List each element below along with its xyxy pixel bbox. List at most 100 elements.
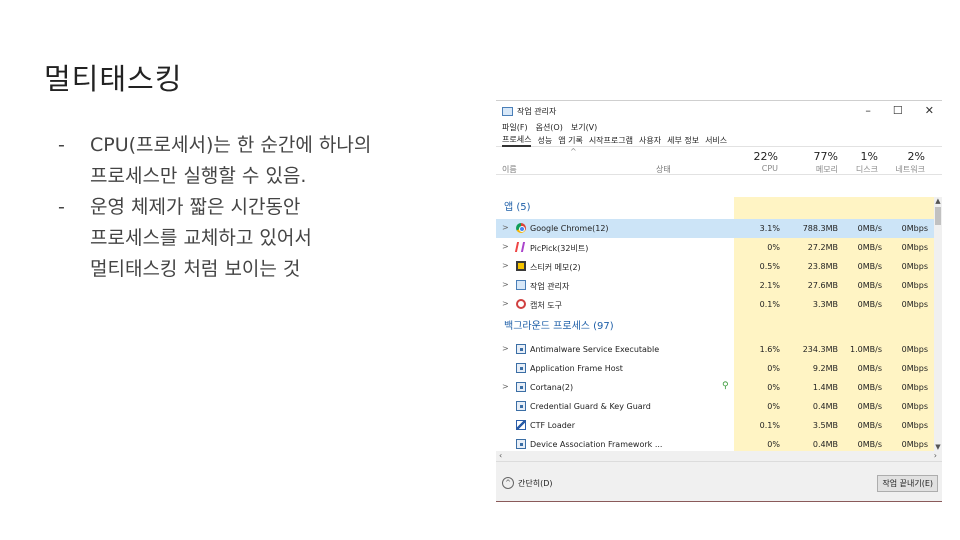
bullet-list: - CPU(프로세서)는 한 순간에 하나의 프로세스만 실행할 수 있음. -… (58, 130, 478, 285)
chevron-up-icon: ^ (502, 477, 514, 489)
process-row[interactable]: > 스티커 메모(2) 0.5% 23.8MB 0MB/s 0Mbps (496, 257, 934, 276)
expand-chevron-icon[interactable]: > (502, 261, 509, 270)
column-network[interactable]: 2% 네트워크 (865, 150, 925, 175)
network-total: 2% (907, 150, 925, 163)
scroll-left-icon[interactable]: ‹ (499, 451, 502, 460)
horizontal-scrollbar[interactable]: ‹ › (496, 451, 942, 461)
network-value: 0Mbps (901, 281, 928, 290)
task-manager-icon (516, 280, 526, 290)
maximize-button[interactable]: ☐ (893, 104, 903, 117)
process-row[interactable]: > 캡처 도구 0.1% 3.3MB 0MB/s 0Mbps (496, 295, 934, 314)
window-title: 작업 관리자 (517, 106, 557, 116)
ctf-loader-icon (516, 420, 526, 430)
tab-details[interactable]: 세부 정보 (667, 135, 699, 146)
scroll-thumb[interactable] (935, 207, 941, 225)
column-status[interactable]: 상태 (656, 164, 671, 175)
cpu-total: 22% (753, 150, 778, 163)
process-name: Google Chrome(12) (530, 224, 609, 233)
bullet-line: 프로세스를 교체하고 있어서 (90, 227, 312, 249)
process-row[interactable]: Credential Guard & Key Guard 0% 0.4MB 0MB/s… (496, 397, 934, 416)
process-name: 캡처 도구 (530, 301, 562, 310)
process-list: 앱 (5) > Google Chrome(12) 3.1% 788.3MB 0MB/s… (496, 197, 934, 454)
sort-arrow-icon[interactable]: ^ (570, 147, 577, 156)
scroll-up-icon[interactable]: ▲ (934, 197, 942, 205)
process-name: 스티커 메모(2) (530, 263, 581, 272)
title-bar: 작업 관리자 – ☐ ✕ (496, 101, 942, 121)
network-value: 0Mbps (901, 224, 928, 233)
snipping-tool-icon (516, 299, 526, 309)
network-value: 0Mbps (901, 440, 928, 449)
cpu-value: 0% (767, 383, 780, 392)
expand-chevron-icon[interactable]: > (502, 382, 509, 391)
tab-app-history[interactable]: 앱 기록 (558, 135, 583, 146)
process-row[interactable]: > Google Chrome(12) 3.1% 788.3MB 0MB/s 0Mbps (496, 219, 934, 238)
cpu-value: 0.1% (759, 300, 780, 309)
cpu-value: 3.1% (759, 224, 780, 233)
picpick-icon (514, 242, 526, 252)
column-name[interactable]: 이름 (502, 164, 517, 175)
service-icon (516, 401, 526, 411)
process-name: Cortana(2) (530, 383, 574, 392)
expand-chevron-icon[interactable]: > (502, 242, 509, 251)
process-name: Antimalware Service Executable (530, 345, 660, 354)
menu-options[interactable]: 옵션(O) (536, 122, 563, 133)
network-value: 0Mbps (901, 262, 928, 271)
tab-performance[interactable]: 성능 (537, 135, 552, 146)
process-row[interactable]: > 작업 관리자 2.1% 27.6MB 0MB/s 0Mbps (496, 276, 934, 295)
expand-chevron-icon[interactable]: > (502, 299, 509, 308)
column-cpu[interactable]: 22% CPU (718, 150, 778, 173)
process-row[interactable]: > Antimalware Service Executable 1.6% 234.3… (496, 340, 934, 359)
network-value: 0Mbps (901, 383, 928, 392)
menu-bar: 파일(F) 옵션(O) 보기(V) (496, 121, 942, 134)
vertical-scrollbar[interactable]: ▲ ▼ (934, 197, 942, 451)
cpu-label: CPU (761, 164, 778, 173)
expand-chevron-icon[interactable]: > (502, 344, 509, 353)
scroll-down-icon[interactable]: ▼ (934, 443, 942, 451)
scroll-right-icon[interactable]: › (934, 451, 937, 460)
chrome-icon (516, 223, 526, 233)
cpu-value: 0% (767, 402, 780, 411)
tab-users[interactable]: 사용자 (639, 135, 661, 146)
tab-bar: 프로세스 성능 앱 기록 시작프로그램 사용자 세부 정보 서비스 (496, 134, 942, 147)
bullet-dash: - (58, 134, 65, 156)
expand-chevron-icon[interactable]: > (502, 223, 509, 232)
tab-startup[interactable]: 시작프로그램 (589, 135, 633, 146)
network-value: 0Mbps (901, 345, 928, 354)
expand-chevron-icon[interactable]: > (502, 280, 509, 289)
close-button[interactable]: ✕ (925, 104, 934, 117)
process-row[interactable]: > Cortana(2) ⚲ 0% 1.4MB 0MB/s 0Mbps (496, 378, 934, 397)
process-name: CTF Loader (530, 421, 576, 430)
window-bottom-border (496, 501, 942, 502)
bullet-dash: - (58, 196, 65, 218)
process-name: 작업 관리자 (530, 282, 570, 291)
cpu-value: 0% (767, 440, 780, 449)
network-value: 0Mbps (901, 300, 928, 309)
bullet-line: 운영 체제가 짧은 시간동안 (90, 196, 301, 218)
process-name: Credential Guard & Key Guard (530, 402, 651, 411)
process-name: Device Association Framework ... (530, 440, 663, 449)
service-icon (516, 344, 526, 354)
service-icon (516, 382, 526, 392)
cpu-value: 1.6% (759, 345, 780, 354)
bullet-line: 멀티태스킹 처럼 보이는 것 (90, 258, 301, 280)
section-apps: 앱 (5) (504, 202, 531, 213)
bullet-line: 프로세스만 실행할 수 있음. (90, 165, 307, 187)
cpu-value: 0.1% (759, 421, 780, 430)
process-row[interactable]: Application Frame Host 0% 9.2MB 0MB/s 0Mbps (496, 359, 934, 378)
menu-file[interactable]: 파일(F) (502, 122, 528, 133)
cpu-value: 0% (767, 364, 780, 373)
end-task-button[interactable]: 작업 끝내기(E) (877, 475, 938, 492)
fewer-details-button[interactable]: ^ 간단히(D) (502, 477, 552, 489)
cpu-value: 2.1% (759, 281, 780, 290)
cpu-value: 0.5% (759, 262, 780, 271)
process-name: PicPick(32비트) (530, 244, 589, 253)
section-background: 백그라운드 프로세스 (97) (504, 321, 614, 332)
process-row[interactable]: > PicPick(32비트) 0% 27.2MB 0MB/s 0Mbps (496, 238, 934, 257)
tab-processes[interactable]: 프로세스 (502, 134, 532, 147)
minimize-button[interactable]: – (865, 104, 871, 117)
menu-view[interactable]: 보기(V) (571, 122, 597, 133)
tab-services[interactable]: 서비스 (705, 135, 727, 146)
bullet-item: - CPU(프로세서)는 한 순간에 하나의 프로세스만 실행할 수 있음. (58, 130, 478, 192)
process-row[interactable]: CTF Loader 0.1% 3.5MB 0MB/s 0Mbps (496, 416, 934, 435)
service-icon (516, 363, 526, 373)
